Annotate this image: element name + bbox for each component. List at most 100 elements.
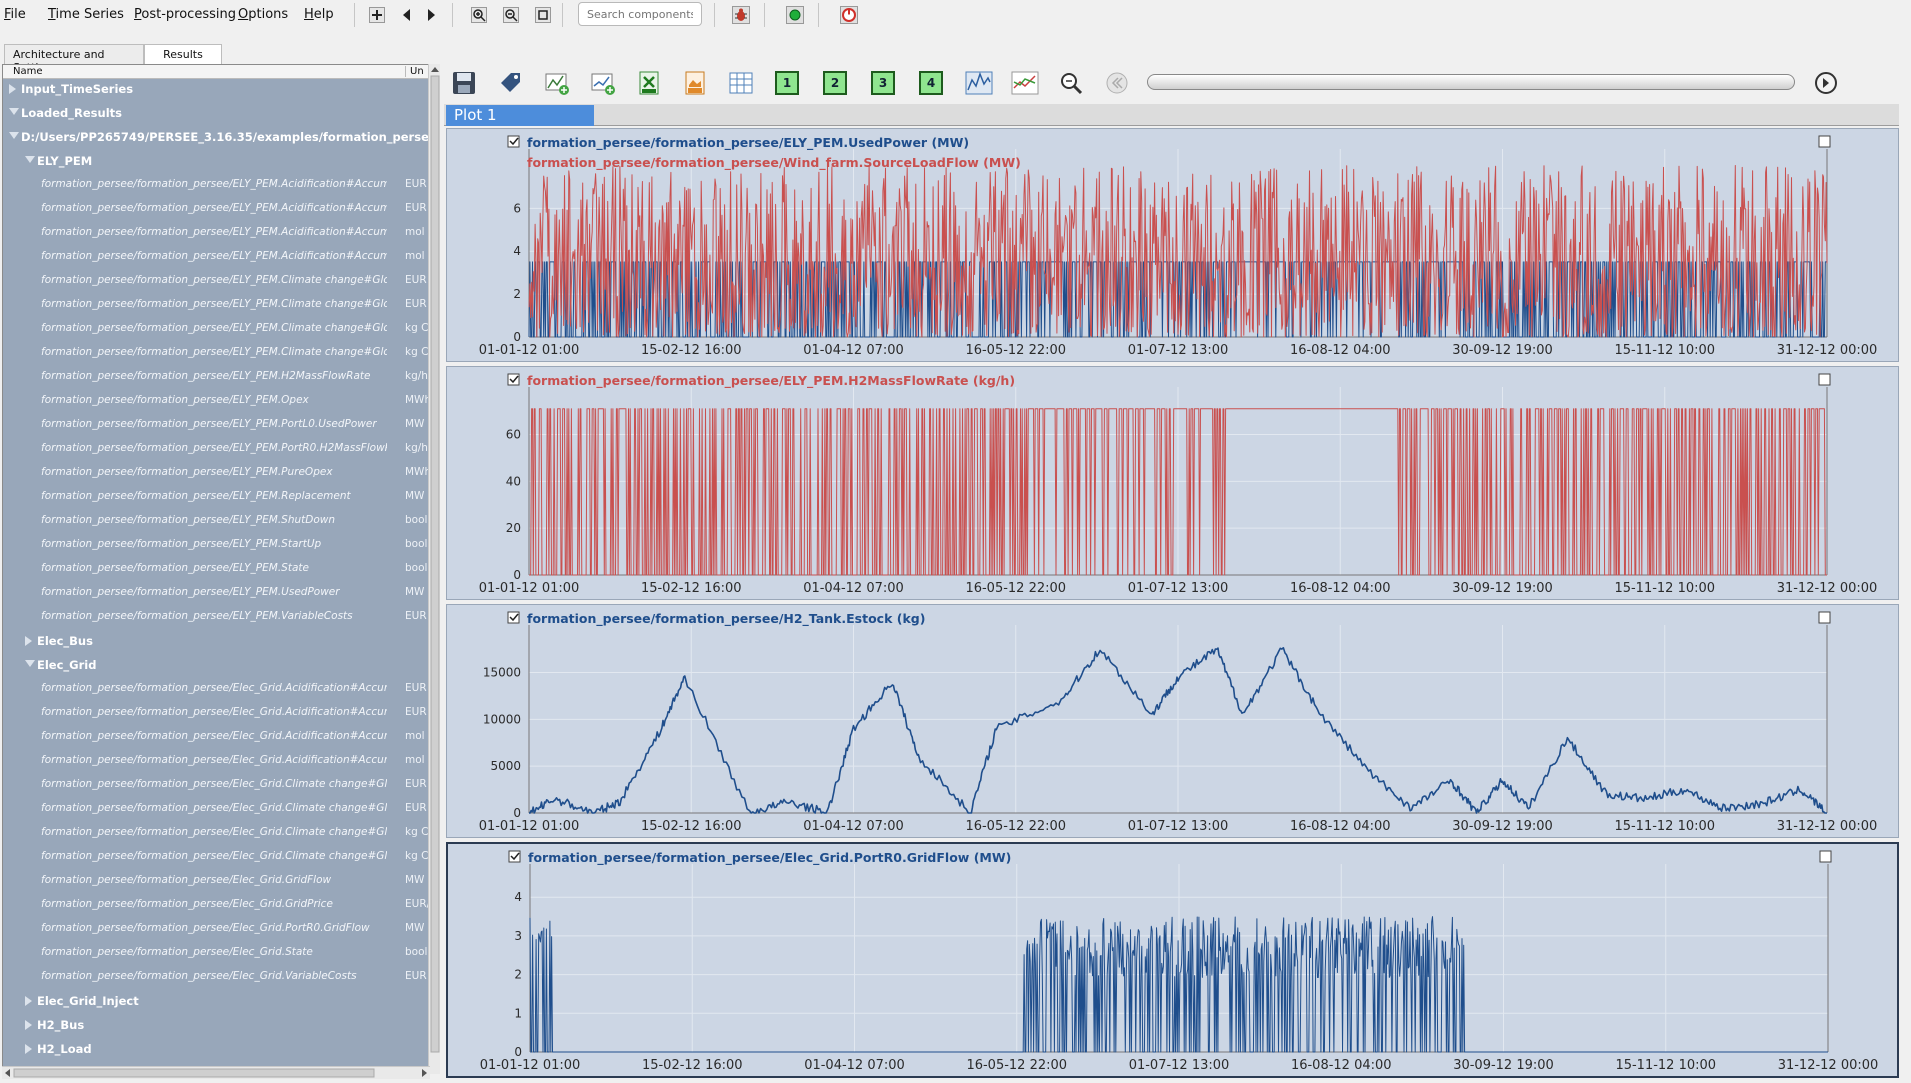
expand-open-icon[interactable] (25, 660, 35, 667)
tree-leaf-item[interactable]: formation_persee/formation_persee/ELY_PE… (3, 583, 431, 603)
expand-closed-icon[interactable] (25, 1044, 32, 1054)
tree-leaf-item[interactable]: formation_persee/formation_persee/ELY_PE… (3, 319, 431, 339)
expand-open-icon[interactable] (9, 132, 19, 139)
menu-options[interactable]: Options (238, 7, 288, 22)
tree-leaf-item[interactable]: formation_persee/formation_persee/ELY_PE… (3, 391, 431, 411)
stats-chart-icon[interactable] (964, 68, 994, 98)
tree-node[interactable]: Elec_Grid_Inject (3, 991, 431, 1011)
tree-leaf-item[interactable]: formation_persee/formation_persee/Elec_G… (3, 823, 431, 843)
results-tree[interactable]: Name Un Input_TimeSeries Loaded_Results D:… (2, 64, 432, 1074)
expand-closed-icon[interactable] (25, 1020, 32, 1030)
export-png-icon[interactable] (680, 68, 710, 98)
expand-closed-icon[interactable] (9, 84, 16, 94)
expand-closed-icon[interactable] (25, 636, 32, 646)
tree-leaf-item[interactable]: formation_persee/formation_persee/Elec_G… (3, 799, 431, 819)
expand-open-icon[interactable] (9, 108, 19, 115)
power-stop-icon[interactable] (838, 4, 860, 26)
rewind-icon[interactable] (1102, 68, 1132, 98)
tree-node[interactable]: H2_Load (3, 1039, 431, 1059)
tree-horizontal-scrollbar[interactable] (2, 1066, 430, 1079)
tree-leaf-item[interactable]: formation_persee/formation_persee/Elec_G… (3, 847, 431, 867)
tree-leaf-item[interactable]: formation_persee/formation_persee/Elec_G… (3, 751, 431, 771)
tree-leaf-item[interactable]: formation_persee/formation_persee/Elec_G… (3, 703, 431, 723)
tag-icon[interactable] (496, 68, 526, 98)
tab-plot-1[interactable]: Plot 1 (446, 105, 594, 126)
zoom-in-icon[interactable] (468, 4, 490, 26)
menu-help[interactable]: Help (304, 7, 334, 22)
add-icon[interactable] (366, 4, 388, 26)
menu-file[interactable]: File (4, 7, 26, 22)
menu-time-series[interactable]: Time Series (48, 7, 124, 22)
add-chart-icon[interactable] (542, 68, 572, 98)
tree-leaf-item[interactable]: formation_persee/formation_persee/Elec_G… (3, 775, 431, 795)
tree-leaf-item[interactable]: formation_persee/formation_persee/ELY_PE… (3, 343, 431, 363)
expand-open-icon[interactable] (25, 156, 35, 163)
debug-bug-icon[interactable] (730, 4, 752, 26)
chart-select-checkbox[interactable] (1819, 850, 1832, 863)
series-visible-checkbox[interactable] (507, 135, 520, 148)
tree-leaf-item[interactable]: formation_persee/formation_persee/Elec_G… (3, 943, 431, 963)
tab-architecture-settings[interactable]: Architecture and Settings (4, 44, 144, 74)
tree-leaf-item[interactable]: formation_persee/formation_persee/Elec_G… (3, 871, 431, 891)
tree-leaf-item[interactable]: formation_persee/formation_persee/Elec_G… (3, 895, 431, 915)
tree-leaf-item[interactable]: formation_persee/formation_persee/ELY_PE… (3, 223, 431, 243)
series-visible-checkbox[interactable] (507, 373, 520, 386)
tree-node[interactable]: Loaded_Results (3, 103, 431, 123)
tree-leaf-item[interactable]: formation_persee/formation_persee/ELY_PE… (3, 199, 431, 219)
tree-node[interactable]: ELY_PEM (3, 151, 431, 171)
tree-vertical-scrollbar[interactable] (428, 64, 440, 1074)
table-icon[interactable] (726, 68, 756, 98)
run-green-icon[interactable] (784, 4, 806, 26)
tree-leaf-item[interactable]: formation_persee/formation_persee/Elec_G… (3, 919, 431, 939)
add-curve-icon[interactable] (588, 68, 618, 98)
chart-select-checkbox[interactable] (1818, 373, 1831, 386)
tree-leaf-item[interactable]: formation_persee/formation_persee/Elec_G… (3, 727, 431, 747)
chart-select-checkbox[interactable] (1818, 611, 1831, 624)
tree-leaf-item[interactable]: formation_persee/formation_persee/ELY_PE… (3, 487, 431, 507)
tree-node[interactable]: H2_Bus (3, 1015, 431, 1035)
search-components-input[interactable] (578, 2, 702, 26)
tab-results[interactable]: Results (144, 44, 222, 64)
previous-icon[interactable] (396, 4, 418, 26)
series-visible-checkbox[interactable] (507, 611, 520, 624)
export-xls-icon[interactable] (634, 68, 664, 98)
expand-closed-icon[interactable] (25, 996, 32, 1006)
tree-leaf-item[interactable]: formation_persee/formation_persee/ELY_PE… (3, 271, 431, 291)
series-visible-checkbox[interactable] (508, 850, 521, 863)
layout-3-button[interactable]: 3 (868, 68, 898, 98)
tree-item-label: formation_persee/formation_persee/Elec_G… (41, 850, 387, 862)
tree-leaf-item[interactable]: formation_persee/formation_persee/ELY_PE… (3, 415, 431, 435)
chart-select-checkbox[interactable] (1818, 135, 1831, 148)
layout-4-button[interactable]: 4 (916, 68, 946, 98)
tree-leaf-item[interactable]: formation_persee/formation_persee/ELY_PE… (3, 463, 431, 483)
layout-2-button[interactable]: 2 (820, 68, 850, 98)
play-icon[interactable] (1811, 68, 1841, 98)
column-header-name[interactable]: Name (13, 66, 43, 77)
tree-leaf-item[interactable]: formation_persee/formation_persee/Elec_G… (3, 679, 431, 699)
column-header-unit[interactable]: Un (405, 66, 424, 77)
tree-leaf-item[interactable]: formation_persee/formation_persee/ELY_PE… (3, 511, 431, 531)
tree-node[interactable]: Input_TimeSeries (3, 79, 431, 99)
tree-leaf-item[interactable]: formation_persee/formation_persee/Elec_G… (3, 967, 431, 987)
tree-leaf-item[interactable]: formation_persee/formation_persee/ELY_PE… (3, 559, 431, 579)
tree-node[interactable]: D:/Users/PP265749/PERSEE_3.16.35/example… (3, 127, 431, 147)
zoom-out-icon[interactable] (500, 4, 522, 26)
tree-leaf-item[interactable]: formation_persee/formation_persee/ELY_PE… (3, 175, 431, 195)
time-progress-slider[interactable] (1147, 74, 1795, 90)
tree-leaf-item[interactable]: formation_persee/formation_persee/ELY_PE… (3, 367, 431, 387)
curve-chart-icon[interactable] (1010, 68, 1040, 98)
tree-leaf-item[interactable]: formation_persee/formation_persee/ELY_PE… (3, 439, 431, 459)
tree-leaf-item[interactable]: formation_persee/formation_persee/ELY_PE… (3, 247, 431, 267)
next-icon[interactable] (420, 4, 442, 26)
tree-leaf-item[interactable]: formation_persee/formation_persee/ELY_PE… (3, 535, 431, 555)
save-icon[interactable] (449, 68, 479, 98)
tree-leaf-item[interactable]: formation_persee/formation_persee/ELY_PE… (3, 607, 431, 627)
menu-post-processing[interactable]: Post-processing (134, 7, 236, 22)
x-tick-label: 16-05-12 22:00 (965, 343, 1066, 358)
tree-node[interactable]: Elec_Bus (3, 631, 431, 651)
zoom-fit-icon[interactable] (532, 4, 554, 26)
tree-node[interactable]: Elec_Grid (3, 655, 431, 675)
tree-leaf-item[interactable]: formation_persee/formation_persee/ELY_PE… (3, 295, 431, 315)
layout-1-button[interactable]: 1 (772, 68, 802, 98)
zoom-reset-icon[interactable] (1056, 68, 1086, 98)
